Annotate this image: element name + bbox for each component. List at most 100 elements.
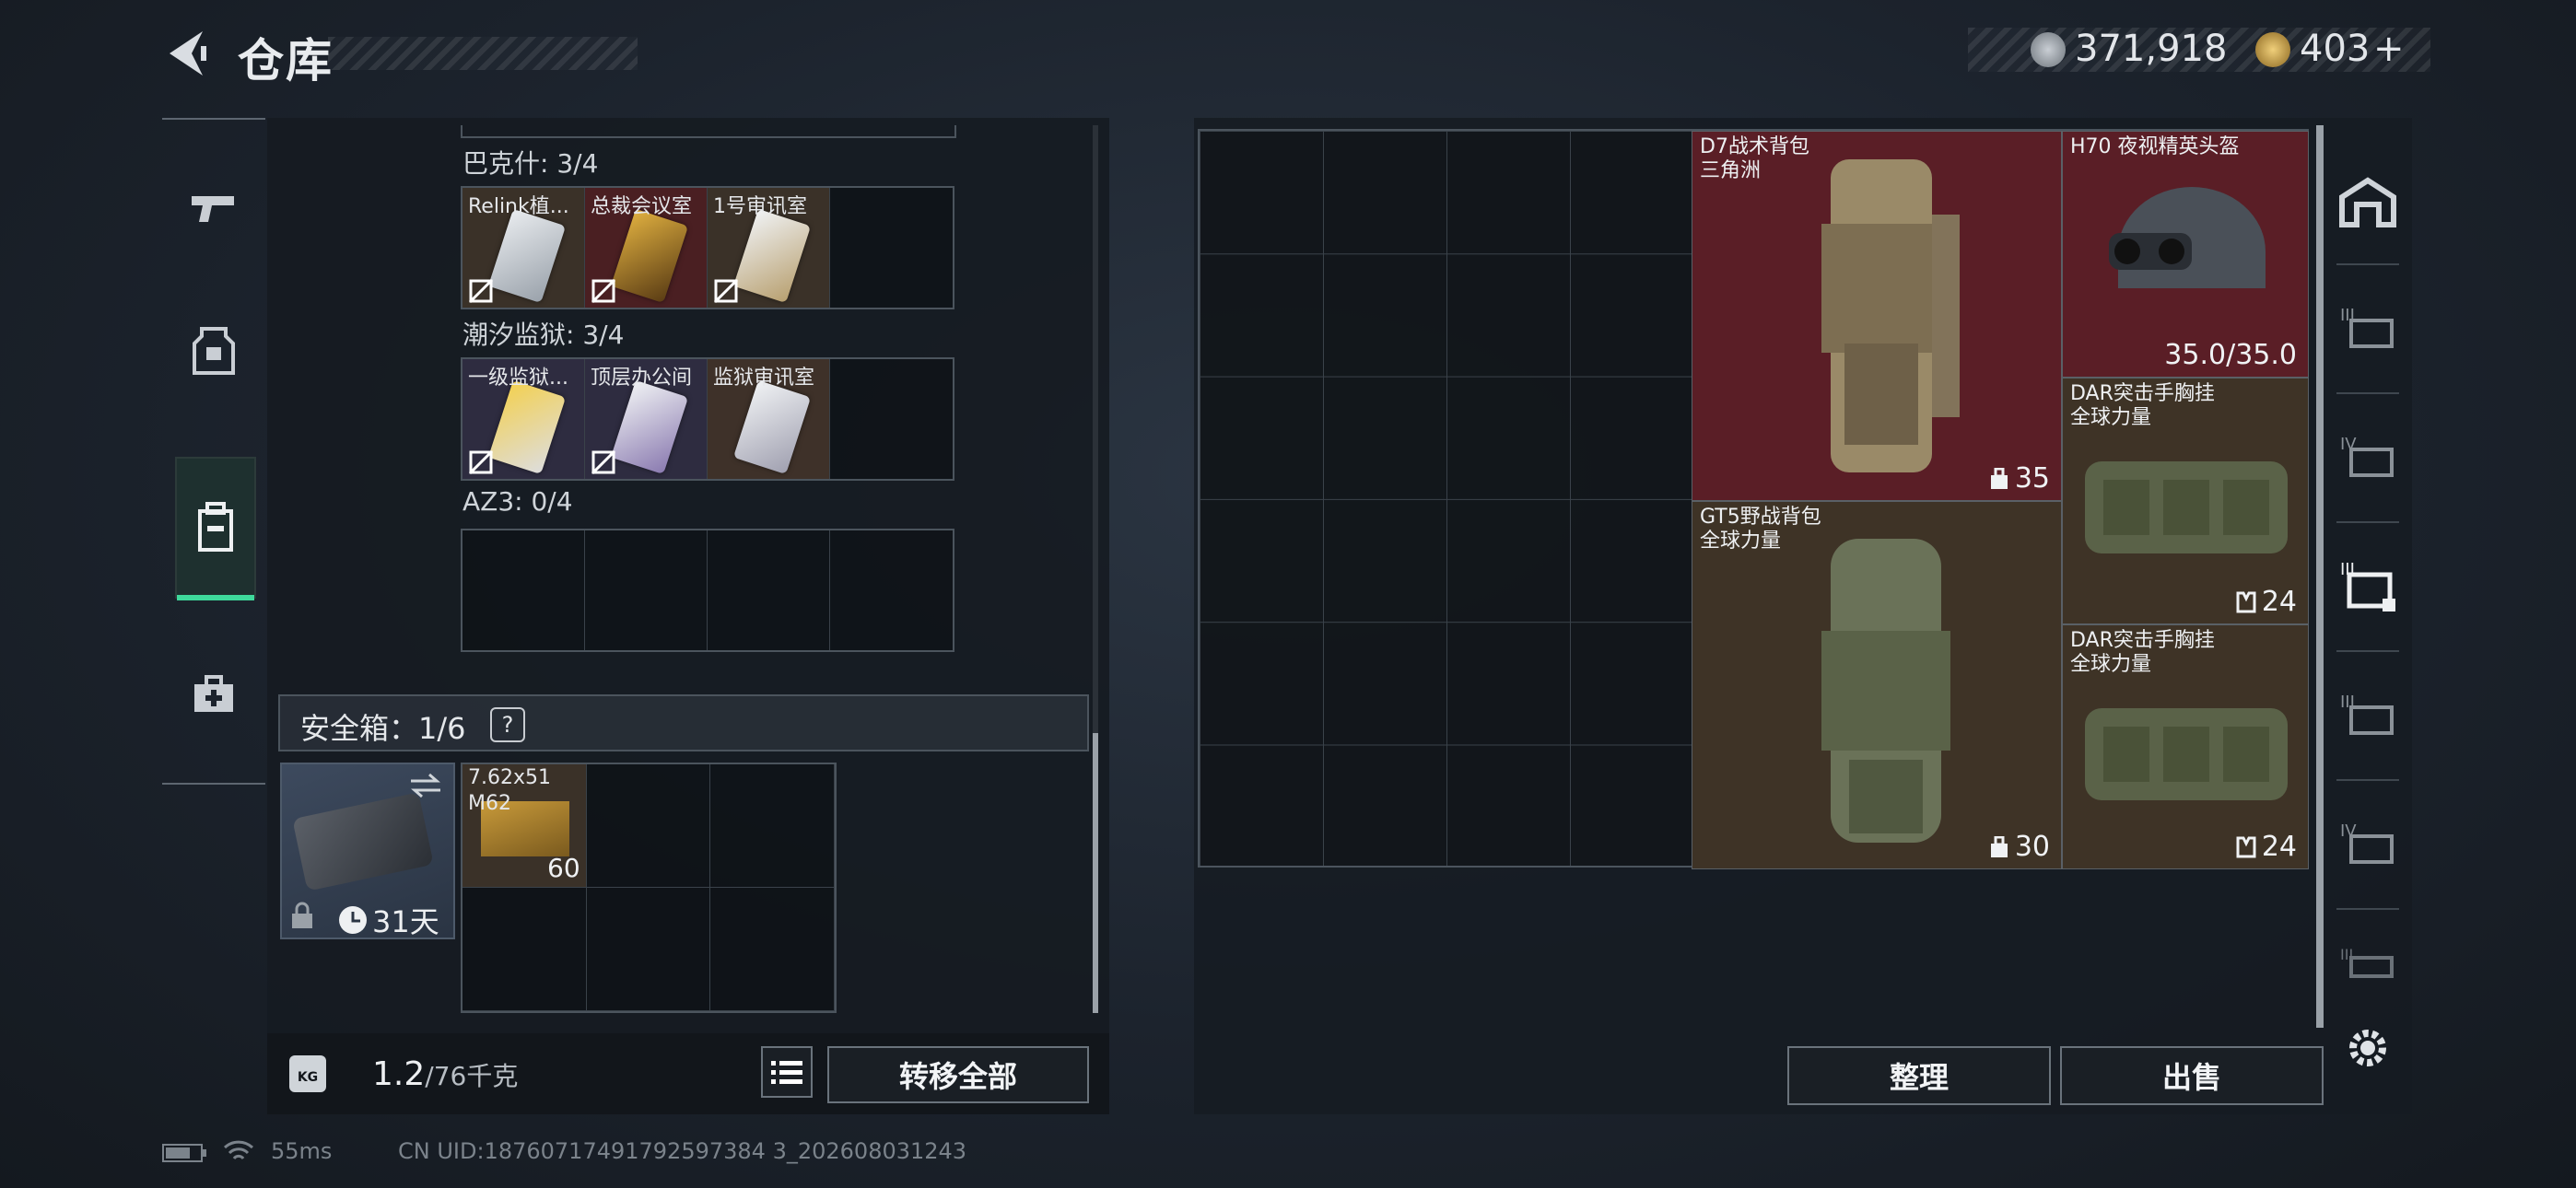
category-sidebar	[162, 118, 265, 785]
weight-readout: 1.2/76千克	[372, 1055, 518, 1093]
section-label-az3: AZ3: 0/4	[463, 486, 573, 517]
ammo-count: 60	[547, 853, 580, 883]
svg-text:IV: IV	[2340, 821, 2357, 841]
storage-level-icon: III	[2340, 693, 2394, 735]
no-trade-icon	[468, 278, 494, 304]
keycard-slot[interactable]: 1号审讯室	[708, 188, 830, 308]
rail-tab-storage-4b[interactable]: IV	[2331, 807, 2405, 880]
keycard-icon	[610, 379, 689, 475]
item-name: H70 夜视精英头盔	[2070, 135, 2240, 158]
keycard-icon	[732, 208, 812, 304]
ammo-name-line2: M62	[468, 792, 511, 815]
ping-value: 55ms	[271, 1138, 333, 1164]
empty-slot[interactable]	[463, 530, 585, 650]
storage-item-h70-helmet[interactable]: H70 夜视精英头盔 35.0/35.0	[2062, 131, 2309, 378]
sort-button[interactable]: 整理	[1787, 1046, 2051, 1105]
empty-slot[interactable]	[463, 888, 587, 1011]
ammo-slot[interactable]: 7.62x51 M62 60	[463, 764, 587, 888]
rail-tab-storage-active[interactable]: III	[2331, 549, 2405, 623]
keycard-icon	[487, 379, 567, 475]
storage-level-icon: IV	[2340, 821, 2394, 864]
no-trade-icon	[591, 278, 616, 304]
weight-capacity: /76千克	[425, 1061, 519, 1091]
empty-slot[interactable]	[585, 530, 708, 650]
svg-text:III: III	[2340, 693, 2355, 712]
weight-icon: KG	[289, 1055, 326, 1092]
help-button[interactable]: ?	[490, 707, 525, 742]
item-capacity: 24	[2236, 586, 2297, 618]
list-view-button[interactable]	[761, 1046, 813, 1098]
home-icon	[2339, 177, 2396, 227]
keycard-slot[interactable]: Relink植...	[463, 188, 585, 308]
grid-row-top-fragment	[461, 125, 956, 138]
rail-tab-storage-3c[interactable]: III	[2331, 926, 2405, 1000]
safe-case-image	[292, 792, 434, 891]
keycard-row-bakesh: Relink植... 总裁会议室 1号审讯室	[461, 186, 954, 309]
capacity-icon	[1990, 835, 2008, 857]
empty-slot[interactable]	[830, 359, 953, 479]
capacity-icon	[1990, 467, 2008, 489]
empty-slot[interactable]	[708, 530, 830, 650]
safe-box-grid: 7.62x51 M62 60	[461, 763, 837, 1013]
rail-tab-storage-4a[interactable]: IV	[2331, 420, 2405, 494]
battery-icon	[162, 1144, 206, 1162]
item-name: GT5野战背包 全球力量	[1700, 506, 1821, 553]
storage-scrollbar-thumb[interactable]	[2316, 125, 2324, 1028]
storage-level-icon: III	[2340, 306, 2394, 348]
safe-box-header: 安全箱：1/6 ?	[278, 694, 1089, 751]
safe-case-slot[interactable]: 31天	[280, 763, 455, 939]
empty-slot[interactable]	[710, 764, 835, 888]
item-name: D7战术背包 三角洲	[1700, 135, 1809, 182]
tab-backpack[interactable]	[175, 457, 256, 600]
keycard-name: 总裁会议室	[591, 195, 693, 218]
left-scrollbar-thumb[interactable]	[1093, 733, 1098, 1013]
settings-button[interactable]	[2335, 1015, 2401, 1081]
rail-tab-storage-3a[interactable]: III	[2331, 291, 2405, 365]
transfer-all-button[interactable]: 转移全部	[827, 1046, 1089, 1103]
storage-item-dar-chest-rig-2[interactable]: DAR突击手胸挂 全球力量 24	[2062, 624, 2309, 869]
keycard-row-tide-prison: 一级监狱... 顶层办公间 监狱审讯室	[461, 357, 954, 481]
storage-item-d7-backpack[interactable]: D7战术背包 三角洲 35	[1692, 131, 2062, 501]
keycard-name: 1号审讯室	[713, 195, 807, 218]
item-name: DAR突击手胸挂 全球力量	[2070, 629, 2215, 676]
keycard-name: 顶层办公间	[591, 367, 693, 390]
page-title: 仓库	[238, 34, 334, 87]
rail-tab-home[interactable]	[2331, 166, 2405, 239]
empty-slot[interactable]	[710, 888, 835, 1011]
svg-text:III: III	[2340, 560, 2355, 579]
storage-item-gt5-backpack[interactable]: GT5野战背包 全球力量 30	[1692, 501, 2062, 869]
add-currency-button[interactable]: +	[2373, 28, 2405, 70]
svg-text:III: III	[2340, 946, 2353, 963]
storage-grid: D7战术背包 三角洲 35 H70 夜视精英头盔 35.0/35.0 DAR突击手…	[1198, 129, 2309, 869]
storage-rail: III IV III III IV III	[2324, 125, 2412, 1046]
tab-armor[interactable]	[175, 282, 252, 420]
rail-tab-storage-3b[interactable]: III	[2331, 678, 2405, 751]
empty-slot[interactable]	[830, 188, 953, 308]
armor-icon	[193, 327, 235, 375]
backpack-image	[1821, 539, 1950, 843]
empty-slot[interactable]	[586, 764, 711, 888]
empty-slot[interactable]	[586, 888, 711, 1011]
keycard-slot[interactable]: 顶层办公间	[585, 359, 708, 479]
keycard-icon	[732, 379, 812, 475]
storage-level-icon: IV	[2340, 435, 2394, 477]
back-button[interactable]	[162, 28, 208, 79]
swap-icon[interactable]	[407, 772, 444, 799]
sell-button[interactable]: 出售	[2060, 1046, 2324, 1105]
keycard-icon	[610, 208, 689, 304]
keycard-slot[interactable]: 一级监狱...	[463, 359, 585, 479]
no-trade-icon	[591, 449, 616, 475]
medkit-icon	[194, 675, 233, 712]
chest-rig-image	[2085, 708, 2288, 800]
keycard-icon	[487, 208, 567, 304]
empty-slot[interactable]	[830, 530, 953, 650]
no-trade-icon	[468, 449, 494, 475]
keycard-name: Relink植...	[468, 195, 569, 218]
clock-icon	[339, 906, 367, 934]
keycard-slot[interactable]: 监狱审讯室	[708, 359, 830, 479]
tab-weapon[interactable]	[175, 138, 252, 276]
vest-icon	[2236, 591, 2256, 612]
keycard-slot[interactable]: 总裁会议室	[585, 188, 708, 308]
tab-medkit[interactable]	[175, 626, 252, 764]
storage-item-dar-chest-rig[interactable]: DAR突击手胸挂 全球力量 24	[2062, 378, 2309, 624]
